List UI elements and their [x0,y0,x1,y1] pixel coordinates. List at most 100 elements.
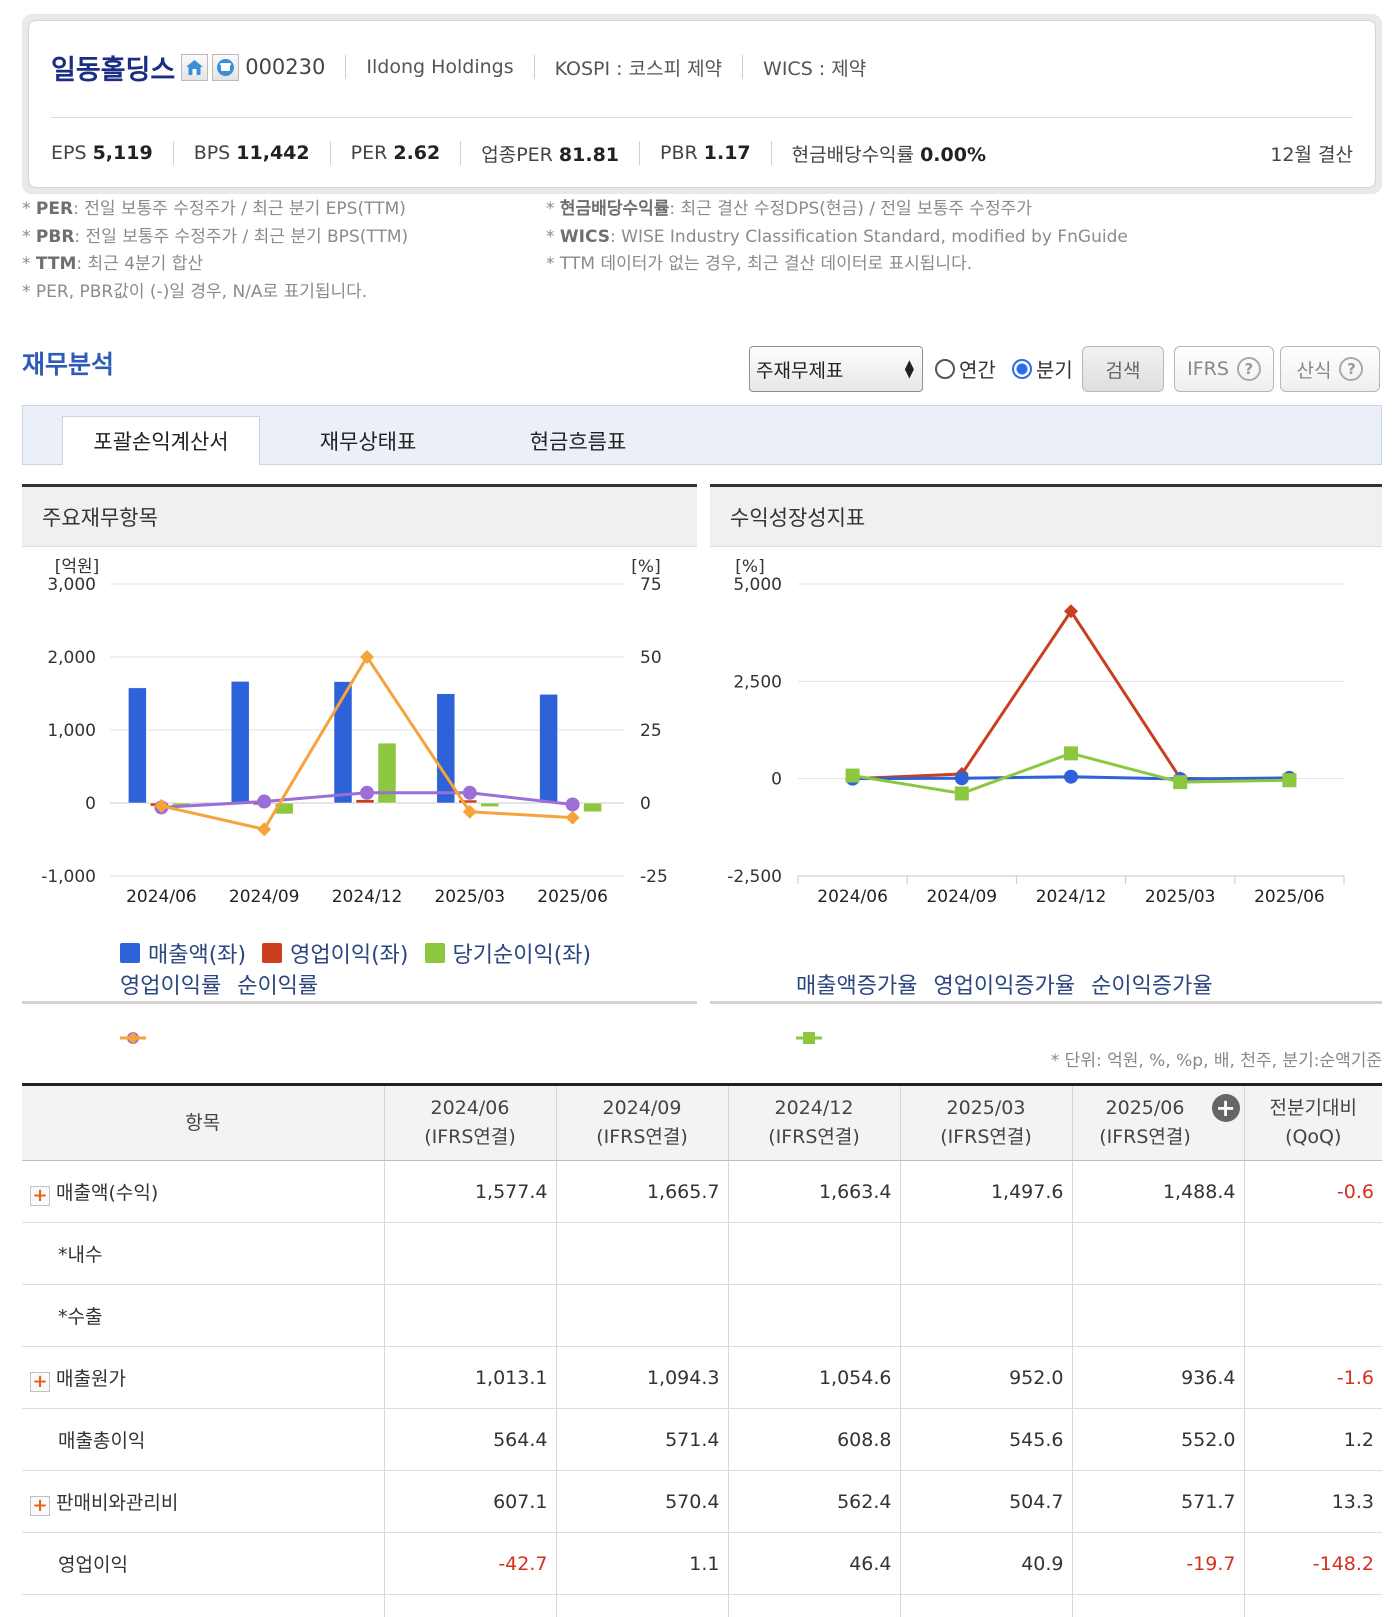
x-tick-label: 2024/06 [126,887,197,907]
qoq-cell [1243,1594,1382,1617]
legend-item[interactable]: 순이익증가율 [796,968,1213,1044]
y-tick-label-left: 0 [85,794,96,814]
row-label: 판매비와관리비 [56,1491,179,1514]
x-tick-label: 2025/03 [434,887,505,907]
legend-item[interactable]: 당기순이익(좌) [424,937,591,969]
column-header-period: 2024/09 (IFRS연결) [555,1083,728,1161]
tab-cash-flow[interactable]: 현금흐름표 [503,416,653,466]
y-tick-label-left: 2,000 [47,648,96,668]
value-cell: 608.8 [727,1408,900,1471]
row-label: *내수 [58,1244,103,1266]
legend-item[interactable]: 매출액증가율 [796,968,917,1044]
note-per: * PER: 전일 보통주 수정주가 / 최근 분기 EPS(TTM) [22,199,406,219]
y-tick-label-left: 1,000 [47,721,96,741]
chart-title: 주요재무항목 [22,487,697,547]
row-label-cell: + 판매비와관리비 [22,1470,384,1533]
value-cell [727,1284,900,1347]
y-tick-label-right: 50 [640,648,662,668]
x-tick-label: 2024/09 [926,887,997,907]
phone-icon[interactable] [212,53,240,81]
y-tick-label-right: -25 [640,867,668,887]
x-tick-label: 2025/06 [1254,887,1325,907]
metric-bps: BPS 11,442 [193,142,310,164]
point-marker [1064,746,1078,761]
value-cell: 1,577.4 [383,1160,556,1223]
value-cell [727,1222,900,1285]
row-label-cell: *내수 [22,1222,384,1285]
divider [742,55,744,79]
legend-item[interactable]: 매출액(좌) [120,937,246,969]
point-marker [1282,773,1297,788]
expand-row-icon[interactable]: + [30,1371,50,1392]
y-tick-label-left: -1,000 [41,867,96,887]
radio-quarter[interactable]: 분기 [1012,354,1073,383]
note-ttm-missing: * TTM 데이터가 없는 경우, 최근 결산 데이터로 표시됩니다. [546,254,973,274]
row-label-cell: 매출총이익 [22,1408,384,1471]
section-title: 재무분석 [22,350,115,379]
value-cell: 1,094.3 [555,1346,728,1409]
divider [345,55,347,79]
legend-item[interactable]: 영업이익(좌) [262,937,409,969]
column-header-period: 2024/12 (IFRS연결) [727,1083,900,1161]
metric-industry-per: 업종PER 81.81 [481,143,620,166]
legend-item[interactable]: 영업이익증가율 [796,968,1075,1044]
statement-tabs: 포괄손익계산서 재무상태표 현금흐름표 [22,405,1382,466]
ifrs-help-button[interactable]: IFRS ? [1174,346,1274,392]
y-axis-unit-right: [%] [631,557,660,577]
y-tick-label: -2,500 [727,867,782,887]
legend-item[interactable]: 영업이익률 [120,968,221,1044]
value-cell: 570.4 [555,1470,728,1533]
value-cell: -42.7 [383,1532,556,1595]
point-marker [565,810,580,825]
report-type-select[interactable]: 주재무제표 ▲ ▼ [749,346,923,392]
column-header-period: 2025/06 (IFRS연결) + [1071,1083,1244,1161]
value-cell: 952.0 [899,1346,1072,1409]
table-row: 영업이익 -42.7 1.1 46.4 40.9 -19.7 -148.2 [22,1532,1382,1595]
tab-balance-sheet[interactable]: 재무상태표 [293,416,443,466]
value-cell: 1.1 [555,1532,728,1595]
note-negative: * PER, PBR값이 (-)일 경우, N/A로 표기됩니다. [22,281,368,302]
point-marker [360,785,374,800]
bar-0 [230,681,250,804]
row-label-cell: 영업이익 [22,1532,384,1595]
metric-per: PER 2.62 [350,142,441,164]
value-cell [383,1222,556,1285]
notes-left: * PER: 전일 보통주 수정주가 / 최근 분기 EPS(TTM) * PB… [22,196,408,306]
value-cell: 46.4 [727,1532,900,1595]
table-row: 매출총이익 564.4 571.4 608.8 545.6 552.0 1.2 [22,1408,1382,1471]
y-tick-label-right: 75 [640,575,662,595]
add-column-icon[interactable]: + [1211,1094,1240,1122]
divider [51,117,1353,118]
financial-table: 항목 2024/06 (IFRS연결) 2024/09 (IFRS연결) 2024/… [22,1083,1382,1617]
table-header-row: 항목 2024/06 (IFRS연결) 2024/09 (IFRS연결) 2024/… [22,1083,1382,1161]
select-arrows-icon: ▲ ▼ [904,357,914,380]
radio-quarter-circle[interactable] [1012,358,1032,379]
home-icon[interactable] [181,53,209,81]
column-header-item: 항목 [22,1083,384,1161]
value-cell: 562.4 [727,1470,900,1533]
value-cell: 1,054.6 [727,1346,900,1409]
radio-annual-circle[interactable] [935,358,955,379]
radio-annual[interactable]: 연간 [935,354,996,383]
expand-row-icon[interactable]: + [30,1185,50,1206]
row-label: 매출원가 [56,1367,126,1390]
expand-row-icon[interactable]: + [30,1495,50,1516]
legend-item[interactable]: 순이익률 [120,968,318,1044]
formula-help-button[interactable]: 산식 ? [1280,346,1380,392]
table-row: + 매출액(수익) 1,577.4 1,665.7 1,663.4 1,497.6 1,48… [22,1160,1382,1223]
y-axis-unit-left: [억원] [55,557,100,577]
point-marker [954,786,969,801]
corp-eng-name: Ildong Holdings [366,56,514,78]
corp-wics: WICS : 제약 [763,57,867,80]
search-button[interactable]: 검색 [1082,346,1164,392]
bar-2 [480,802,500,807]
tab-income-statement[interactable]: 포괄손익계산서 [62,416,260,466]
value-cell [899,1284,1072,1347]
chart1-legend-row2: 영업이익률 순이익률 [120,968,334,1044]
value-cell [555,1222,728,1285]
x-tick-label: 2024/09 [229,887,300,907]
point-marker [845,768,860,783]
table-row: + 매출원가 1,013.1 1,094.3 1,054.6 952.0 936.4 -1.6 [22,1346,1382,1409]
note-dividend: * 현금배당수익률: 최근 결산 수정DPS(현금) / 전일 보통주 수정주가 [546,199,1032,219]
x-tick-label: 2024/12 [1036,887,1107,907]
